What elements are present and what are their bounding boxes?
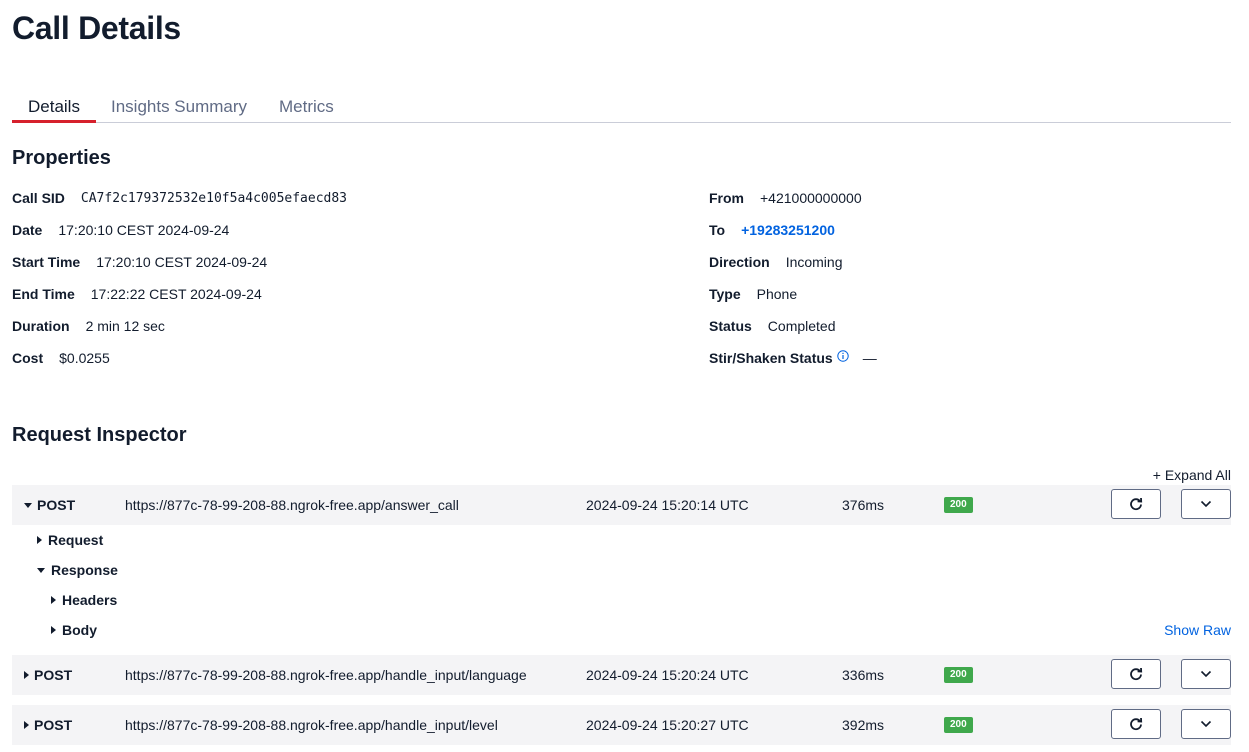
request-timestamp: 2024-09-24 15:20:14 UTC — [586, 497, 749, 513]
property-status: Status Completed — [709, 318, 836, 334]
retry-button[interactable] — [1111, 709, 1161, 739]
tab-bar: Details Insights Summary Metrics — [12, 92, 1231, 123]
property-value: 17:20:10 CEST 2024-09-24 — [58, 222, 230, 238]
show-raw-link[interactable]: Show Raw — [1164, 622, 1231, 638]
property-label: Status — [709, 318, 752, 334]
property-label: End Time — [12, 286, 75, 302]
request-url: https://877c-78-99-208-88.ngrok-free.app… — [125, 717, 498, 733]
request-url: https://877c-78-99-208-88.ngrok-free.app… — [125, 667, 527, 683]
request-duration: 376ms — [842, 497, 885, 513]
refresh-icon — [1130, 497, 1143, 511]
request-inspector-title: Request Inspector — [12, 424, 187, 446]
property-value: 2 min 12 sec — [85, 318, 165, 334]
property-value: Incoming — [785, 254, 843, 270]
tree-label: Request — [48, 532, 104, 548]
property-value: $0.0255 — [59, 350, 110, 366]
request-timestamp: 2024-09-24 15:20:24 UTC — [586, 667, 749, 683]
request-toggle[interactable]: POST — [24, 667, 72, 683]
property-label: Direction — [709, 254, 770, 270]
caret-right-icon — [24, 671, 29, 679]
tree-body[interactable]: Body — [51, 622, 97, 638]
chevron-down-icon — [1200, 720, 1212, 728]
request-method: POST — [34, 717, 73, 733]
tree-label: Body — [62, 622, 97, 638]
tree-request[interactable]: Request — [37, 532, 103, 548]
property-label: Type — [709, 286, 741, 302]
status-badge: 200 — [944, 717, 973, 733]
property-label: Duration — [12, 318, 70, 334]
chevron-down-icon — [1200, 670, 1212, 678]
property-duration: Duration 2 min 12 sec — [12, 318, 165, 334]
status-badge: 200 — [944, 667, 973, 683]
property-cost: Cost $0.0255 — [12, 350, 110, 366]
request-row: POST https://877c-78-99-208-88.ngrok-fre… — [12, 705, 1231, 745]
caret-right-icon — [37, 536, 42, 544]
chevron-down-icon — [1200, 500, 1212, 508]
tab-insights-summary[interactable]: Insights Summary — [111, 97, 247, 117]
property-value: — — [862, 350, 877, 366]
property-direction: Direction Incoming — [709, 254, 843, 270]
request-duration: 336ms — [842, 667, 885, 683]
properties-title: Properties — [12, 147, 111, 169]
property-value: Completed — [767, 318, 836, 334]
expand-button[interactable] — [1181, 659, 1231, 689]
request-toggle[interactable]: POST — [24, 497, 75, 513]
property-value: Phone — [756, 286, 798, 302]
property-value: +421000000000 — [760, 190, 862, 206]
request-method: POST — [37, 497, 76, 513]
property-label: Start Time — [12, 254, 81, 270]
request-duration: 392ms — [842, 717, 885, 733]
collapse-button[interactable] — [1181, 489, 1231, 519]
caret-right-icon — [24, 721, 29, 729]
retry-button[interactable] — [1111, 489, 1161, 519]
property-type: Type Phone — [709, 286, 797, 302]
page-title: Call Details — [12, 10, 181, 46]
property-label: Cost — [12, 350, 44, 366]
active-tab-indicator — [12, 120, 96, 123]
property-value: 17:22:22 CEST 2024-09-24 — [90, 286, 262, 302]
caret-right-icon — [51, 626, 56, 634]
status-badge: 200 — [944, 497, 973, 513]
property-value: CA7f2c179372532e10f5a4c005efaecd83 — [80, 190, 348, 206]
caret-down-icon — [37, 567, 45, 573]
refresh-icon — [1130, 717, 1143, 731]
property-call-sid: Call SID CA7f2c179372532e10f5a4c005efaec… — [12, 190, 347, 206]
property-label: To — [709, 222, 726, 238]
caret-right-icon — [51, 596, 56, 604]
property-label: From — [709, 190, 744, 206]
property-date: Date 17:20:10 CEST 2024-09-24 — [12, 222, 229, 238]
property-start-time: Start Time 17:20:10 CEST 2024-09-24 — [12, 254, 267, 270]
request-url: https://877c-78-99-208-88.ngrok-free.app… — [125, 497, 459, 513]
caret-down-icon — [24, 502, 32, 508]
tree-response[interactable]: Response — [37, 562, 118, 578]
tab-details[interactable]: Details — [28, 97, 80, 117]
request-timestamp: 2024-09-24 15:20:27 UTC — [586, 717, 749, 733]
property-stir-shaken: Stir/Shaken Status — — [709, 350, 877, 366]
to-number-link[interactable]: +19283251200 — [741, 222, 835, 238]
expand-all-button[interactable]: + Expand All — [1153, 467, 1231, 483]
request-row: POST https://877c-78-99-208-88.ngrok-fre… — [12, 655, 1231, 695]
expand-button[interactable] — [1181, 709, 1231, 739]
request-toggle[interactable]: POST — [24, 717, 72, 733]
property-to: To +19283251200 — [709, 222, 835, 238]
property-label: Date — [12, 222, 43, 238]
property-end-time: End Time 17:22:22 CEST 2024-09-24 — [12, 286, 262, 302]
info-icon[interactable] — [837, 349, 849, 362]
tree-headers[interactable]: Headers — [51, 592, 117, 608]
request-row: POST https://877c-78-99-208-88.ngrok-fre… — [12, 485, 1231, 525]
tree-label: Response — [51, 562, 118, 578]
retry-button[interactable] — [1111, 659, 1161, 689]
property-label: Stir/Shaken Status — [709, 350, 833, 366]
property-value: 17:20:10 CEST 2024-09-24 — [96, 254, 268, 270]
request-method: POST — [34, 667, 73, 683]
tree-label: Headers — [62, 592, 118, 608]
refresh-icon — [1130, 667, 1143, 681]
property-label: Call SID — [12, 190, 65, 206]
tab-metrics[interactable]: Metrics — [279, 97, 334, 117]
property-from: From +421000000000 — [709, 190, 862, 206]
